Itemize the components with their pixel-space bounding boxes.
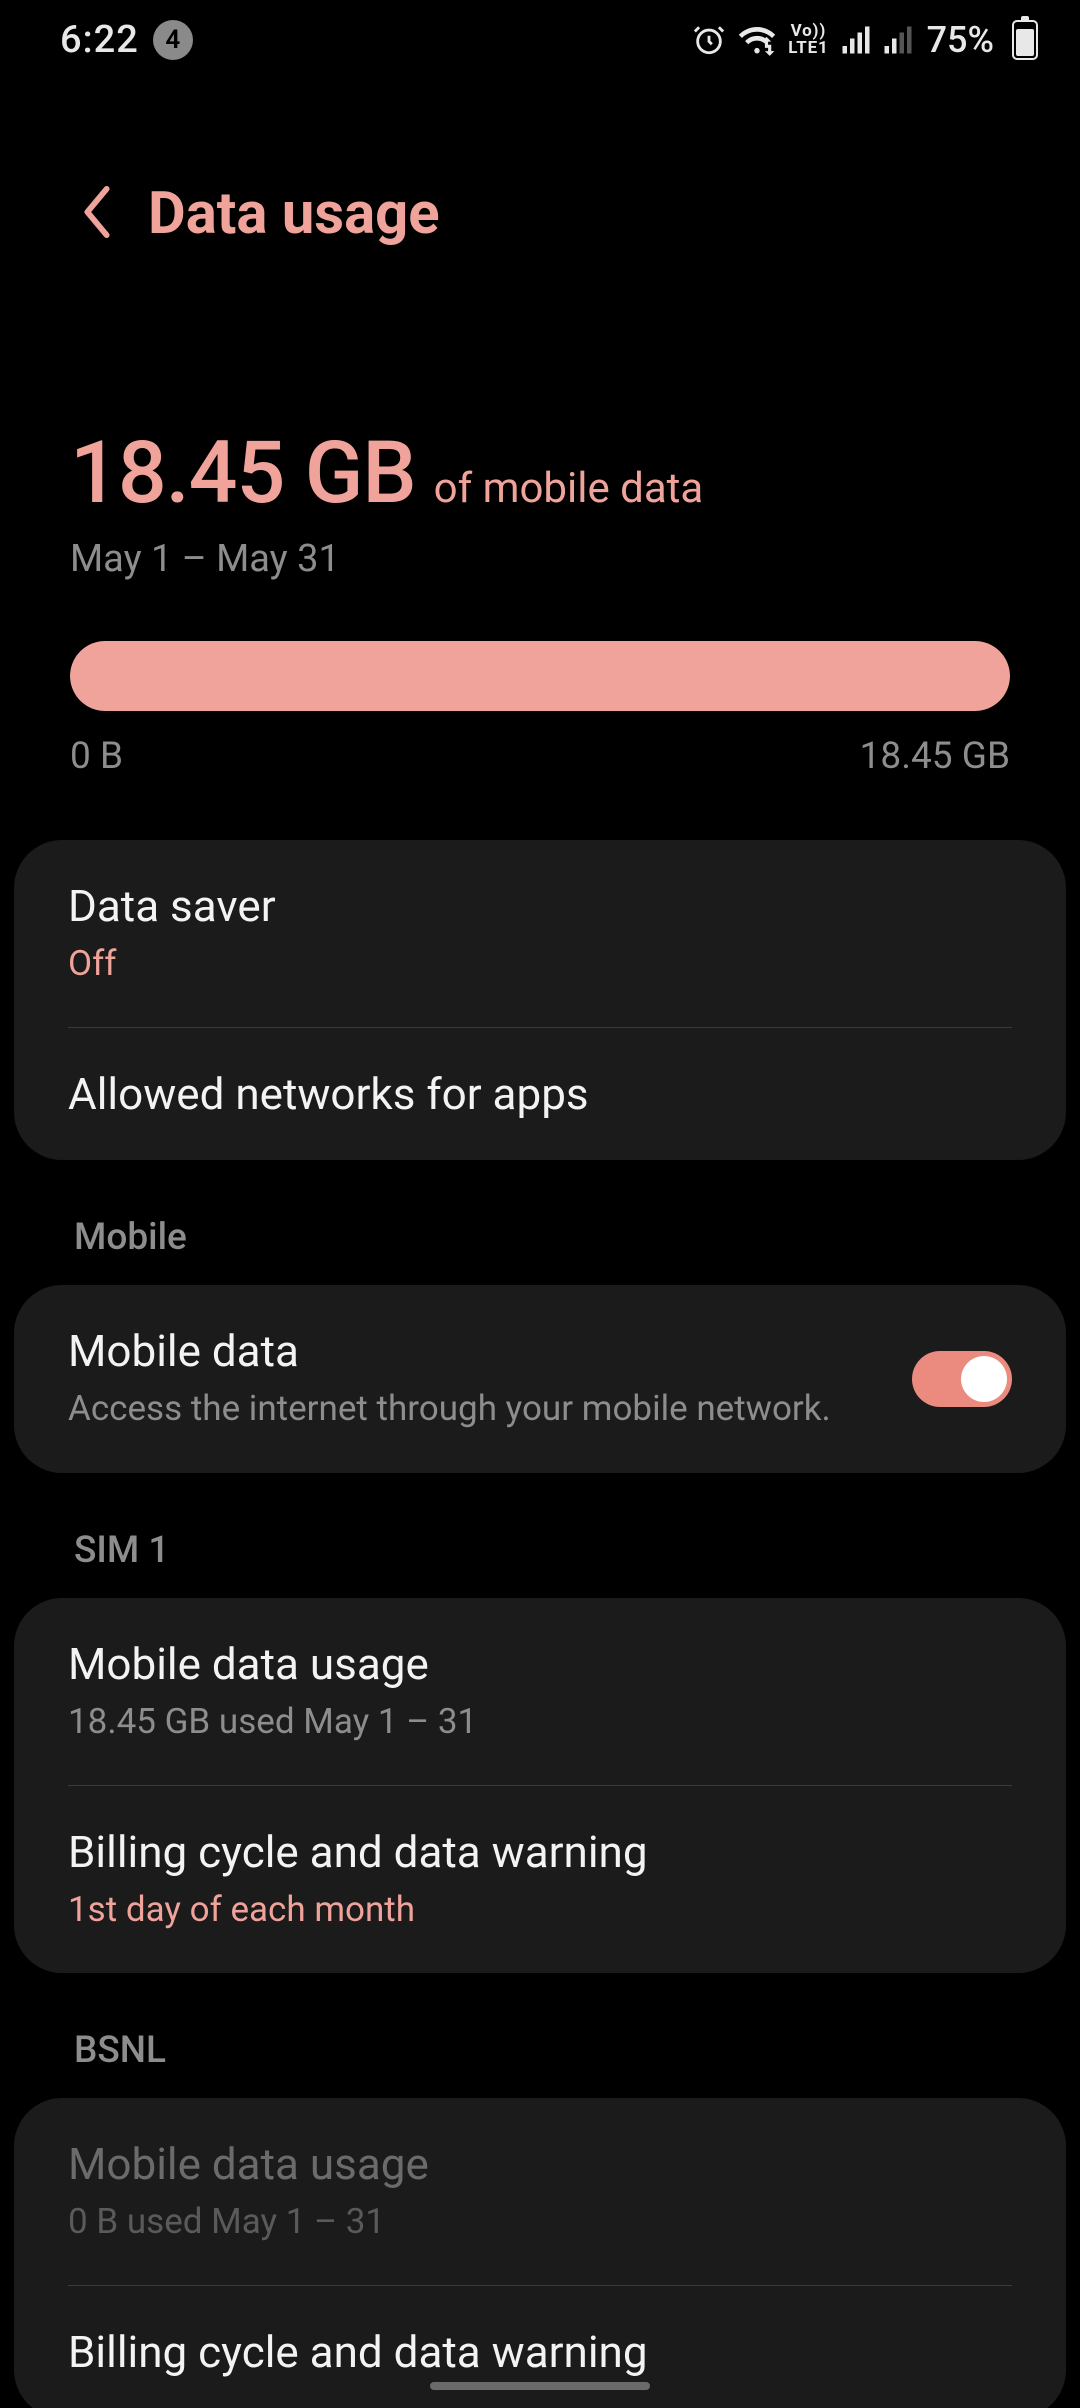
data-saver-row[interactable]: Data saver Off [14,840,1066,1027]
mobile-data-row[interactable]: Mobile data Access the internet through … [14,1285,1066,1472]
signal-sim1-icon [841,25,871,55]
sim1-billing-subtitle: 1st day of each month [68,1886,1012,1933]
status-time: 6:22 [60,18,139,62]
bsnl-usage-subtitle: 0 B used May 1 – 31 [68,2198,1012,2245]
usage-suffix: of mobile data [434,464,704,513]
mobile-data-title: Mobile data [68,1325,872,1377]
page-title: Data usage [148,180,440,248]
sim1-billing-row[interactable]: Billing cycle and data warning 1st day o… [14,1786,1066,1973]
toggle-knob [961,1356,1007,1402]
usage-progress-bar [70,641,1010,711]
data-saver-status: Off [68,940,1012,987]
allowed-networks-title: Allowed networks for apps [68,1068,1012,1120]
back-icon[interactable] [80,185,114,243]
usage-amount: 18.45 GB [70,422,416,523]
usage-progress-min: 0 B [70,735,123,778]
notification-count-badge: 4 [153,20,193,60]
section-header-bsnl: BSNL [14,1973,1066,2098]
wifi-icon [738,23,776,57]
sim1-usage-row[interactable]: Mobile data usage 18.45 GB used May 1 – … [14,1598,1066,1785]
battery-percentage: 75% [927,19,994,61]
usage-progress-max: 18.45 GB [860,735,1010,778]
battery-icon [1012,20,1038,60]
sim1-usage-subtitle: 18.45 GB used May 1 – 31 [68,1698,1012,1745]
usage-date-range: May 1 – May 31 [70,537,1010,581]
status-bar: 6:22 4 Vo)) LTE1 75% [0,0,1080,72]
alarm-icon [692,23,726,57]
bsnl-card: Mobile data usage 0 B used May 1 – 31 Bi… [14,2098,1066,2408]
bsnl-billing-title: Billing cycle and data warning [68,2326,1012,2378]
usage-progress-fill [70,641,1010,711]
mobile-data-subtitle: Access the internet through your mobile … [68,1385,872,1432]
battery-fill [1016,29,1034,56]
mobile-data-toggle[interactable] [912,1351,1012,1407]
volte-indicator: Vo)) LTE1 [788,23,828,57]
data-saver-title: Data saver [68,880,1012,932]
allowed-networks-row[interactable]: Allowed networks for apps [14,1028,1066,1160]
signal-sim2-icon [883,25,913,55]
page-header: Data usage [0,72,1080,278]
bsnl-usage-title: Mobile data usage [68,2138,1012,2190]
bsnl-usage-row[interactable]: Mobile data usage 0 B used May 1 – 31 [14,2098,1066,2285]
usage-summary: 18.45 GB of mobile data May 1 – May 31 0… [0,278,1080,778]
home-indicator[interactable] [430,2382,650,2390]
section-header-mobile: Mobile [14,1160,1066,1285]
sim1-card: Mobile data usage 18.45 GB used May 1 – … [14,1598,1066,1974]
sim1-billing-title: Billing cycle and data warning [68,1826,1012,1878]
mobile-card: Mobile data Access the internet through … [14,1285,1066,1472]
sim1-usage-title: Mobile data usage [68,1638,1012,1690]
general-settings-card: Data saver Off Allowed networks for apps [14,840,1066,1160]
section-header-sim1: SIM 1 [14,1473,1066,1598]
